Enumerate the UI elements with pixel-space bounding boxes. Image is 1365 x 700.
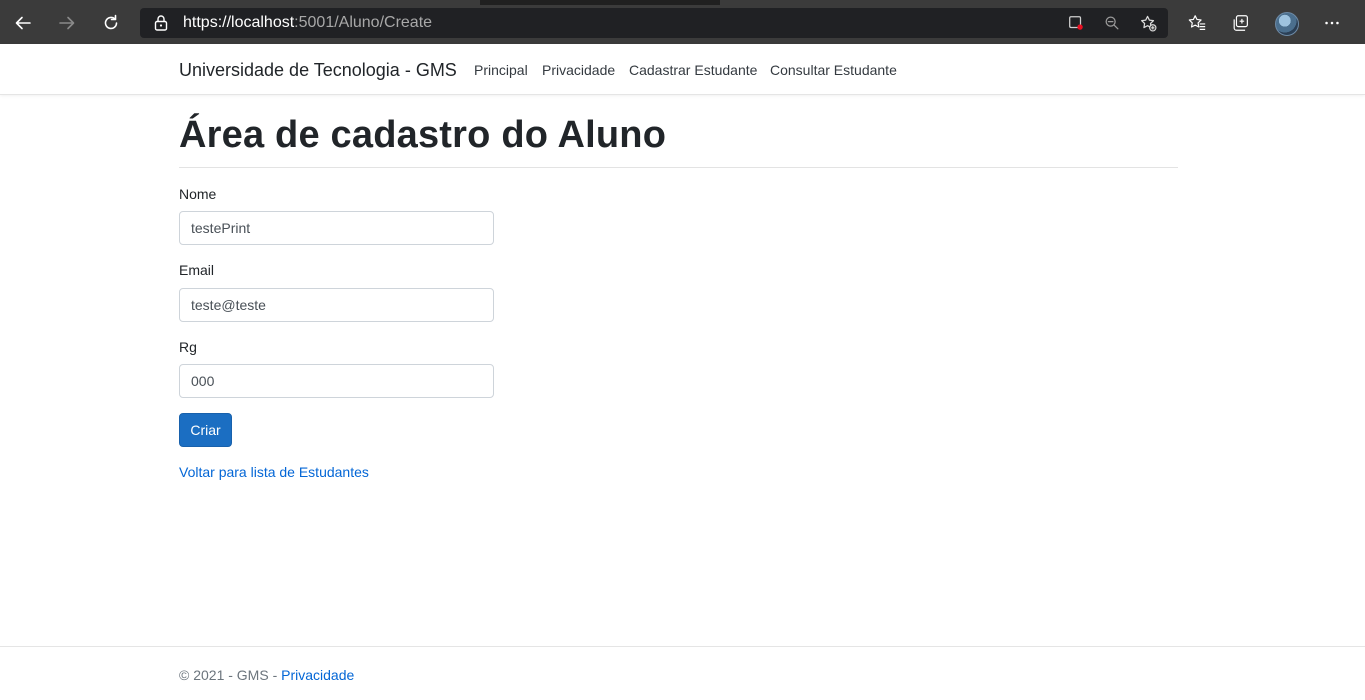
url-host: https://localhost	[183, 14, 295, 31]
nav-link-cadastrar-estudante[interactable]: Cadastrar Estudante	[629, 62, 757, 78]
more-options-icon[interactable]	[1321, 12, 1343, 34]
profile-avatar[interactable]	[1275, 12, 1299, 36]
zoom-out-icon[interactable]	[1102, 13, 1122, 33]
back-to-list-link[interactable]: Voltar para lista de Estudantes	[179, 464, 369, 480]
rg-label: Rg	[179, 339, 197, 355]
screenshot-icon[interactable]	[1066, 13, 1086, 33]
footer-copyright: © 2021 - GMS -	[179, 667, 282, 683]
back-arrow-icon[interactable]	[8, 8, 38, 38]
footer: © 2021 - GMS - Privacidade	[179, 667, 354, 683]
tab-strip-segment	[720, 0, 1365, 5]
footer-divider	[0, 646, 1365, 647]
nav-link-consultar-estudante[interactable]: Consultar Estudante	[770, 62, 897, 78]
nome-label: Nome	[179, 186, 217, 202]
url-path: :5001/Aluno/Create	[294, 14, 433, 31]
forward-arrow-icon[interactable]	[52, 8, 82, 38]
rg-input[interactable]	[179, 364, 494, 398]
criar-button[interactable]: Criar	[179, 413, 232, 447]
refresh-icon[interactable]	[96, 8, 126, 38]
email-label: Email	[179, 262, 215, 278]
url-text[interactable]: https://localhost:5001/Aluno/Create	[183, 14, 432, 32]
tab-strip	[0, 0, 1365, 5]
lock-icon[interactable]	[153, 14, 169, 32]
navbar-brand[interactable]: Universidade de Tecnologia - GMS	[179, 60, 457, 80]
nav-link-privacidade[interactable]: Privacidade	[542, 62, 615, 78]
footer-privacy-link[interactable]: Privacidade	[281, 667, 354, 683]
nome-input[interactable]	[179, 211, 494, 245]
favorites-icon[interactable]	[1186, 12, 1208, 34]
tab-strip-segment	[0, 0, 480, 5]
title-divider	[179, 167, 1178, 168]
page-title: Área de cadastro do Aluno	[179, 114, 667, 156]
email-input[interactable]	[179, 288, 494, 322]
collections-icon[interactable]	[1230, 12, 1252, 34]
add-favorite-icon[interactable]	[1138, 13, 1158, 33]
nav-link-principal[interactable]: Principal	[474, 62, 528, 78]
